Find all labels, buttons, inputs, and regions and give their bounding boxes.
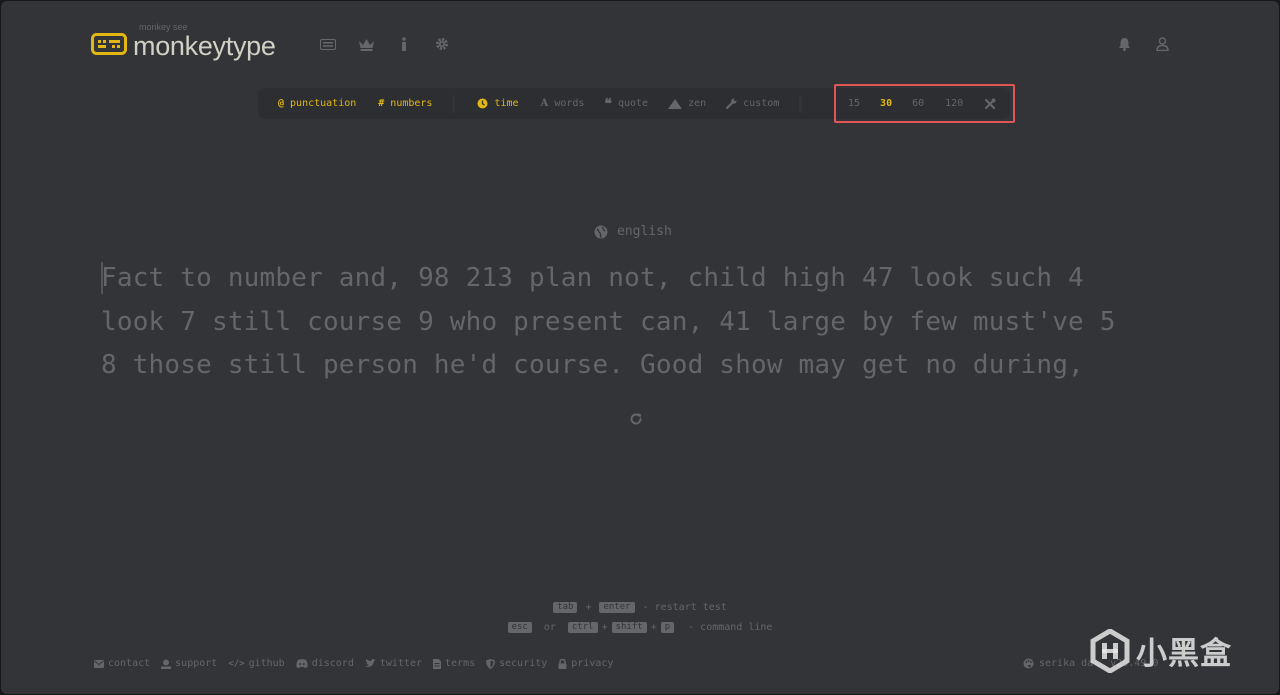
quote-icon: ❝ xyxy=(604,95,612,112)
word-line-3: 8 those still person he'd course. Good s… xyxy=(101,350,1084,380)
typing-caret xyxy=(101,262,103,294)
footer-security[interactable]: security xyxy=(486,658,547,669)
time-option-15[interactable]: 15 xyxy=(848,98,860,109)
restart-button[interactable] xyxy=(629,411,643,430)
numbers-toggle[interactable]: # numbers xyxy=(378,98,432,109)
word-line-2: look 7 still course 9 who present can, 4… xyxy=(101,306,1116,337)
shield-icon xyxy=(486,658,496,669)
footer-github[interactable]: </> github xyxy=(228,658,284,669)
refresh-icon xyxy=(630,413,642,425)
test-config-bar: @ punctuation # numbers time A words ❝ q… xyxy=(258,88,815,119)
crown-icon[interactable] xyxy=(347,35,385,53)
palette-icon xyxy=(1023,658,1034,669)
footer-support-label: support xyxy=(175,658,218,669)
mode-zen-label: zen xyxy=(688,98,707,109)
config-separator xyxy=(452,94,456,113)
language-selector[interactable]: english xyxy=(594,224,672,239)
mode-custom-label: custom xyxy=(743,98,780,109)
globe-icon xyxy=(594,225,608,238)
mode-zen[interactable]: zen xyxy=(668,98,706,109)
mode-custom[interactable]: custom xyxy=(726,98,779,109)
restart-desc: - restart test xyxy=(642,602,727,613)
footer-support[interactable]: support xyxy=(161,658,217,669)
key-tab: tab xyxy=(553,602,578,613)
key-shift: shift xyxy=(611,622,647,633)
hash-icon: # xyxy=(378,98,385,109)
code-icon: </> xyxy=(228,658,245,669)
footer-contact[interactable]: contact xyxy=(94,658,150,669)
info-icon[interactable] xyxy=(385,35,423,53)
lock-icon xyxy=(558,658,567,669)
time-options-highlight: 15 30 60 120 xyxy=(834,84,1015,123)
heybox-logo-icon xyxy=(1090,628,1130,673)
envelope-icon xyxy=(94,659,104,668)
footer-terms-label: terms xyxy=(445,658,476,669)
footer-terms[interactable]: terms xyxy=(433,658,475,669)
mode-time-label: time xyxy=(494,98,519,109)
language-label: english xyxy=(617,224,672,239)
bell-icon[interactable] xyxy=(1105,35,1143,53)
nav-icons xyxy=(309,35,461,53)
word-line-1: Fact to number and, 98 213 plan not, chi… xyxy=(101,263,1084,293)
footer-links: contact support </> github discord twitt… xyxy=(94,658,613,669)
plus-sign: + xyxy=(650,622,657,633)
footer-privacy[interactable]: privacy xyxy=(558,658,613,669)
theme-name[interactable]: serika da xyxy=(1039,658,1093,669)
words-display[interactable]: Fact to number and, 98 213 plan not, chi… xyxy=(101,257,1181,388)
footer-security-label: security xyxy=(499,658,548,669)
document-icon xyxy=(433,658,442,669)
plus-sign: + xyxy=(585,602,592,613)
donate-icon xyxy=(161,659,172,669)
key-enter: enter xyxy=(599,602,635,613)
plus-sign: + xyxy=(601,622,608,633)
footer-twitter[interactable]: twitter xyxy=(364,658,423,669)
mode-time[interactable]: time xyxy=(477,98,519,109)
clock-icon xyxy=(477,98,488,109)
key-ctrl: ctrl xyxy=(567,622,598,633)
gear-icon[interactable] xyxy=(423,35,461,53)
keyboard-icon[interactable] xyxy=(309,35,347,53)
command-desc: - command line xyxy=(688,622,773,633)
tools-icon[interactable] xyxy=(984,98,996,110)
mountain-icon xyxy=(668,98,683,109)
user-icon[interactable] xyxy=(1143,35,1181,53)
config-separator xyxy=(799,94,803,113)
numbers-label: numbers xyxy=(390,98,433,109)
watermark: 小黑盒 xyxy=(1088,628,1232,673)
restart-shortcut-hint: tab + enter - restart test xyxy=(1,602,1279,613)
time-option-30[interactable]: 30 xyxy=(880,98,892,109)
punctuation-toggle[interactable]: @ punctuation xyxy=(278,98,356,109)
footer-contact-label: contact xyxy=(108,658,151,669)
footer-discord-label: discord xyxy=(311,658,354,669)
footer-twitter-label: twitter xyxy=(379,658,423,669)
key-p: p xyxy=(660,622,675,633)
twitter-icon xyxy=(364,659,376,667)
key-esc: esc xyxy=(507,622,532,633)
header: monkey see monkeytype xyxy=(91,22,1181,63)
app-window: monkey see monkeytype @ punctuation # nu… xyxy=(1,1,1279,694)
mode-quote-label: quote xyxy=(617,98,649,109)
punctuation-label: punctuation xyxy=(290,98,357,109)
watermark-text: 小黑盒 xyxy=(1136,636,1232,672)
logo[interactable]: monkey see monkeytype xyxy=(91,22,276,63)
font-icon: A xyxy=(540,98,549,109)
mode-quote[interactable]: ❝ quote xyxy=(604,95,649,112)
discord-icon xyxy=(296,659,308,668)
time-option-60[interactable]: 60 xyxy=(912,98,924,109)
or-text: or xyxy=(543,622,556,633)
at-icon: @ xyxy=(278,98,285,109)
wrench-icon xyxy=(726,98,737,109)
account-icons xyxy=(1105,35,1181,53)
footer-privacy-label: privacy xyxy=(571,658,614,669)
footer-github-label: github xyxy=(248,658,285,669)
keyboard-logo-icon xyxy=(91,33,127,55)
logo-subtitle: monkey see xyxy=(139,22,188,32)
time-option-120[interactable]: 120 xyxy=(945,98,963,109)
mode-words[interactable]: A words xyxy=(541,98,585,109)
footer-discord[interactable]: discord xyxy=(296,658,354,669)
mode-words-label: words xyxy=(554,98,585,109)
